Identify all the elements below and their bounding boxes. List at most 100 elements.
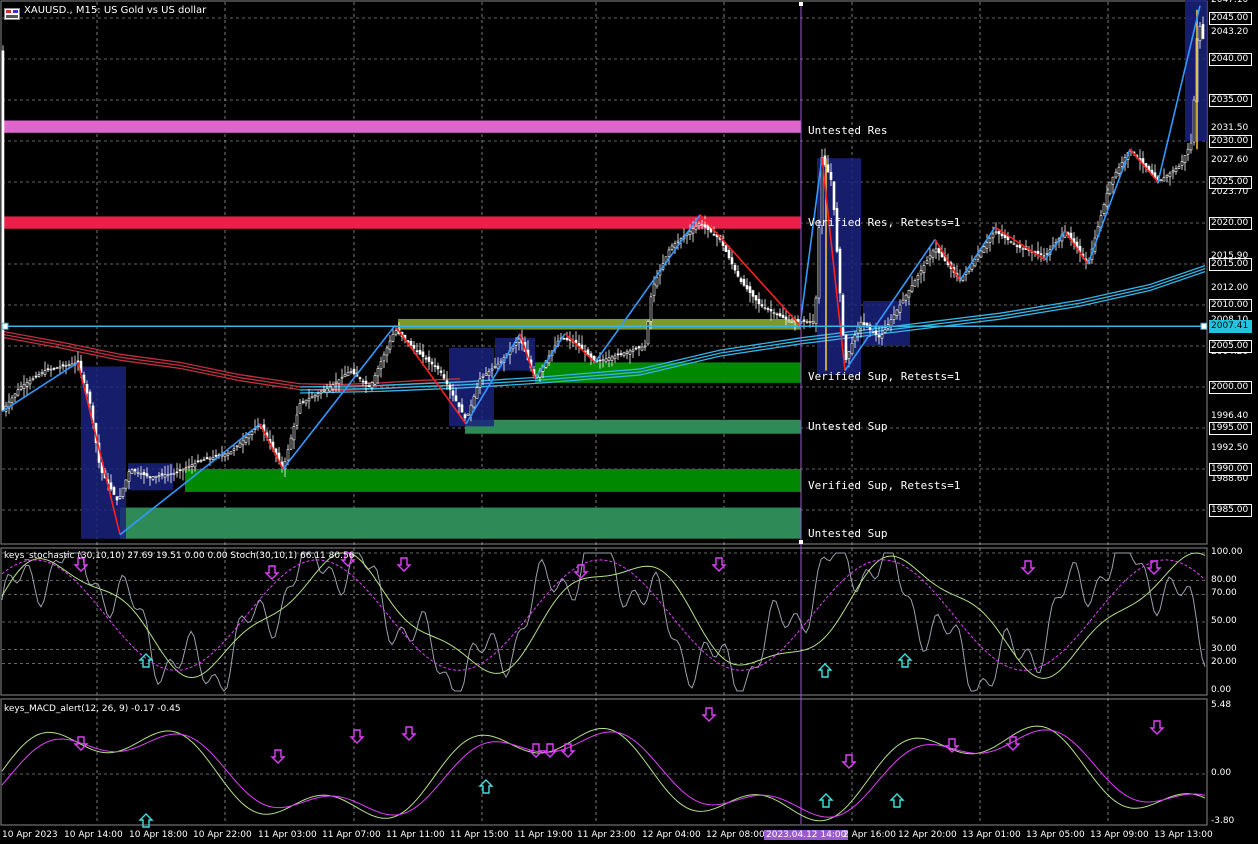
stoch-axis-label: 70.00: [1211, 588, 1237, 599]
candle-body: [982, 246, 986, 253]
zigzag-seg: [564, 333, 596, 363]
price-gridline-label: 2030.00: [1209, 135, 1252, 148]
candle-body: [919, 270, 923, 275]
candle-body: [352, 368, 356, 375]
candle-body: [730, 257, 734, 265]
candle-body: [247, 434, 251, 439]
candle-body: [19, 386, 23, 390]
candle-body: [109, 482, 113, 490]
candle-body: [769, 309, 773, 312]
macd-up-arrow: [889, 793, 905, 808]
candle-body: [1177, 166, 1181, 169]
untested-res-label: Untested Res: [808, 124, 888, 137]
candle-body: [616, 353, 620, 356]
candle-body: [712, 234, 716, 236]
candle-body: [424, 357, 428, 360]
candle-body: [1165, 174, 1169, 178]
candle-body: [412, 345, 416, 349]
zone-mixed: [398, 318, 801, 330]
candle-body: [1174, 168, 1178, 173]
candle-body: [334, 381, 338, 385]
time-axis-label: 13 Apr 09:00: [1090, 830, 1149, 840]
candle-body: [634, 347, 638, 350]
candle-body: [706, 224, 710, 230]
stoch-axis-label: 0.00: [1211, 685, 1232, 695]
candle-body: [1000, 233, 1004, 237]
candle-body: [382, 354, 386, 362]
candle-body: [853, 334, 857, 342]
price-gridline-label: 1990.00: [1209, 463, 1252, 476]
candle-body: [43, 370, 47, 375]
candle-body: [736, 271, 740, 277]
price-gridline-label: 2020.00: [1209, 217, 1252, 230]
zigzag-seg: [1087, 148, 1131, 265]
candle-body: [763, 307, 767, 310]
time-axis-label: 2 Apr 16:00: [843, 830, 896, 840]
stoch-down-arrow: [1020, 560, 1036, 575]
price-tick-label: 2031.50: [1211, 122, 1249, 133]
candle-body: [991, 233, 995, 239]
price-gridline-label: 2010.00: [1209, 299, 1252, 312]
chart-canvas[interactable]: [0, 0, 1258, 844]
candle-body: [340, 376, 344, 379]
candle-body: [829, 172, 833, 180]
candle-body: [376, 368, 380, 377]
zone-verified-res: [2, 216, 801, 229]
candle-body: [394, 330, 398, 335]
price-line-handle-left: [1, 322, 9, 330]
candle-body: [88, 391, 92, 404]
macd-down-arrow: [701, 707, 717, 722]
zigzag-seg: [699, 214, 801, 327]
candle-body: [325, 388, 329, 394]
candle-body: [196, 460, 200, 463]
candle-body: [133, 468, 137, 472]
candle-body: [169, 473, 173, 476]
candle-body: [1036, 250, 1040, 254]
candle-body: [1120, 162, 1124, 167]
candle-body: [124, 479, 128, 489]
candle-body: [184, 467, 188, 470]
candle-body: [463, 414, 467, 419]
candle-body: [1045, 253, 1049, 255]
chart-menu-icon[interactable]: [4, 5, 20, 20]
candle-body: [655, 276, 659, 287]
candle-body: [316, 393, 320, 397]
stoch-axis-label: 50.00: [1211, 616, 1237, 626]
candle-body: [784, 316, 788, 320]
candle-body: [922, 265, 926, 273]
macd-signal: [1, 729, 1206, 818]
candle-body: [850, 342, 854, 354]
candle-body: [1162, 177, 1166, 182]
candle-body: [778, 313, 782, 317]
price-gridline-label: 2040.00: [1209, 53, 1252, 66]
candle-body: [187, 465, 191, 468]
candle-body: [856, 326, 860, 334]
candle-body: [973, 259, 977, 267]
stoch-up-arrow: [817, 663, 833, 678]
stoch-axis-label: 30.00: [1211, 643, 1237, 654]
candle-body: [391, 333, 395, 342]
candle-body: [931, 250, 935, 258]
price-tick-label: 2027.60: [1211, 154, 1249, 165]
candle-body: [1003, 234, 1007, 239]
zone-untested-sup-2: [120, 507, 801, 539]
candle-body: [862, 322, 866, 325]
candle-body: [25, 382, 29, 387]
candle-body: [838, 248, 842, 294]
price-gridline-label: 1995.00: [1209, 422, 1252, 435]
price-tick-label: 1992.50: [1211, 442, 1249, 453]
stoch-down-arrow: [1146, 560, 1162, 575]
candle-body: [1, 50, 5, 411]
candle-body: [178, 469, 182, 472]
stoch-axis-label: 20.00: [1211, 657, 1237, 668]
candle-body: [742, 279, 746, 286]
stoch-up-arrow: [138, 653, 154, 668]
candle-body: [1168, 172, 1172, 177]
candle-body: [415, 350, 419, 352]
candle-body: [190, 464, 194, 467]
candle-body: [673, 243, 677, 249]
candle-body: [55, 367, 59, 369]
candle-body: [175, 471, 179, 474]
candle-body: [337, 379, 341, 385]
candle-body: [52, 368, 56, 370]
